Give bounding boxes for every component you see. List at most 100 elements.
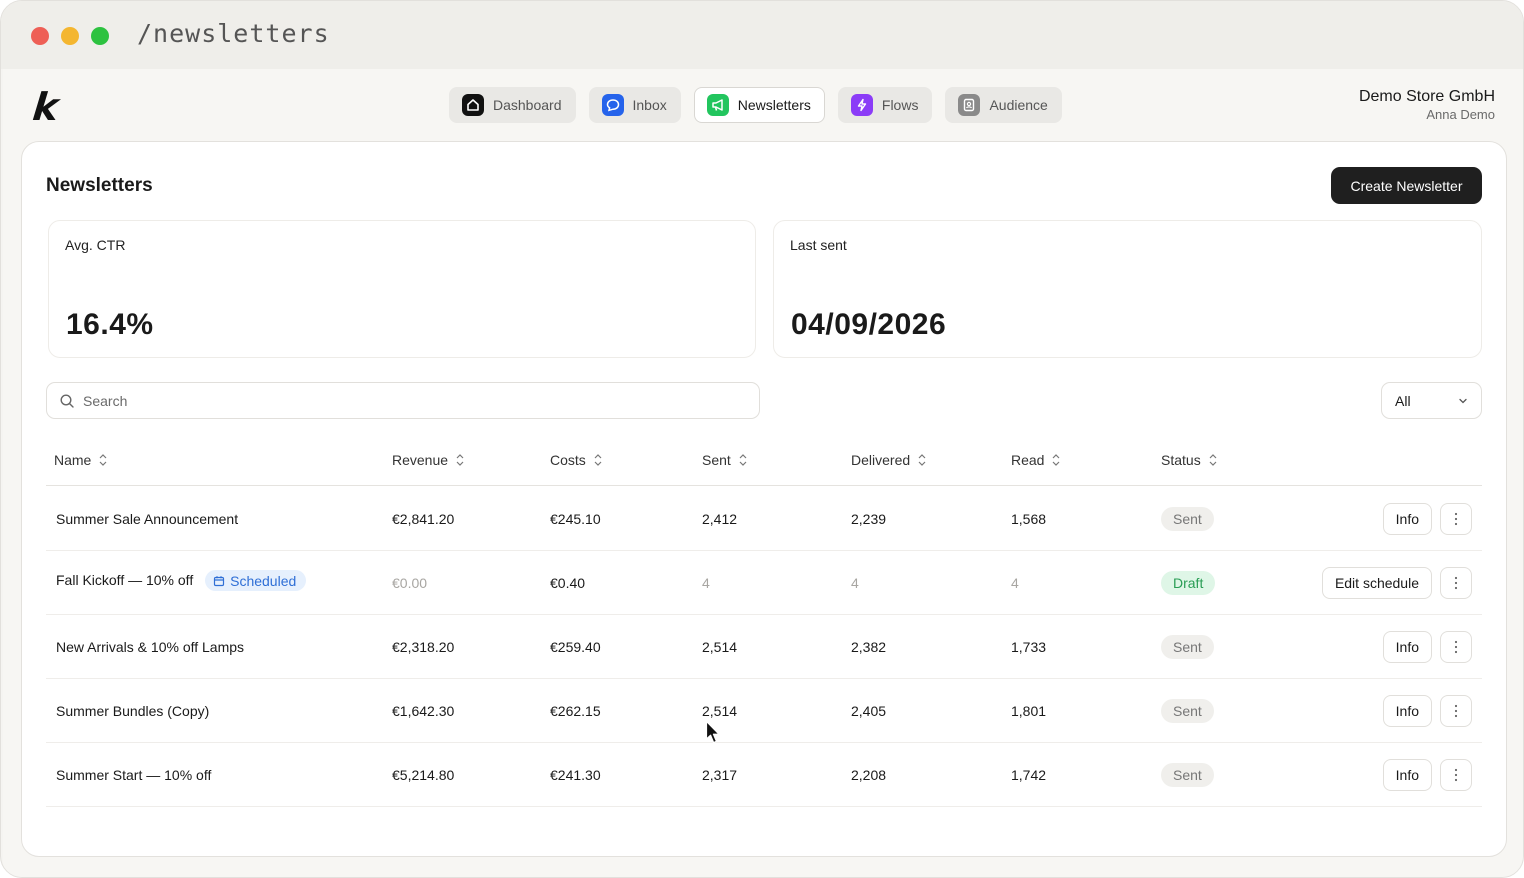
scheduled-badge: Scheduled [205,570,307,591]
revenue-value: €2,841.20 [392,511,455,527]
column-header-status[interactable]: Status [1161,452,1219,468]
column-label: Status [1161,452,1201,468]
table-row[interactable]: Fall Kickoff — 10% off Scheduled €0.00 €… [46,551,1482,615]
newsletter-name: Summer Start — 10% off [56,767,212,783]
status-badge: Sent [1161,635,1214,659]
costs-value: €241.30 [550,767,601,783]
newsletter-name: Fall Kickoff — 10% off [56,572,194,589]
sent-value: 2,514 [702,703,738,719]
edit-schedule-button[interactable]: Edit schedule [1321,567,1432,599]
page-title: Newsletters [46,175,153,196]
status-badge: Sent [1161,699,1214,723]
column-header-costs[interactable]: Costs [550,452,604,468]
status-badge: Draft [1161,571,1216,595]
sort-icon [739,454,747,466]
search-placeholder: Search [83,392,128,409]
app-logo[interactable]: k [31,85,61,129]
home-icon [462,94,484,116]
sort-icon [1209,454,1217,466]
info-button[interactable]: Info [1382,631,1432,663]
title-bar: /newsletters [1,1,1523,69]
more-options-button[interactable] [1440,631,1472,663]
lightning-icon [850,94,873,116]
app-body: k Dashboard Inbox Newsletters Flows Audi… [3,69,1523,877]
column-label: Costs [550,452,586,468]
column-header-read[interactable]: Read [1011,452,1062,468]
table-row[interactable]: Summer Bundles (Copy) €1,642.30 €262.15 … [46,679,1482,743]
user-name: Anna Demo [1426,107,1495,122]
column-label: Read [1011,452,1045,468]
table-row[interactable]: Summer Start — 10% off €5,214.80 €241.30… [46,743,1482,807]
nav-tab-label: Inbox [632,97,667,113]
url-path: /newsletters [137,19,330,48]
table-row[interactable]: New Arrivals & 10% off Lamps €2,318.20 €… [46,615,1482,679]
nav-tab-label: Audience [989,97,1048,113]
nav-tab-label: Flows [881,97,919,113]
info-button[interactable]: Info [1382,695,1432,727]
delivered-value: 2,239 [851,511,887,527]
main-nav: Dashboard Inbox Newsletters Flows Audien… [449,87,1062,123]
more-vertical-icon [1454,768,1458,782]
info-button[interactable]: Info [1382,759,1432,791]
stat-card-last-sent: Last sent 04/09/2026 [773,220,1482,358]
create-newsletter-button[interactable]: Create Newsletter [1331,167,1482,204]
column-header-delivered[interactable]: Delivered [851,452,928,468]
table-header: Name Revenue Costs Sent Delivered Read S… [46,438,1482,486]
newsletter-name: Summer Bundles (Copy) [56,703,210,719]
column-label: Delivered [851,452,911,468]
column-header-name[interactable]: Name [54,452,109,468]
newsletter-name: New Arrivals & 10% off Lamps [56,639,245,655]
nav-tab-label: Dashboard [493,97,562,113]
stat-card-avg-ctr: Avg. CTR 16.4% [48,220,756,358]
revenue-value: €0.00 [392,575,428,591]
more-vertical-icon [1454,640,1458,654]
read-value: 1,742 [1011,767,1047,783]
revenue-value: €1,642.30 [392,703,455,719]
chevron-down-icon [1459,398,1467,403]
newsletter-name: Summer Sale Announcement [56,511,239,527]
contacts-icon [958,94,981,116]
stat-value: 16.4% [66,308,154,341]
newsletters-card: Newsletters Create Newsletter Avg. CTR 1… [21,141,1507,857]
status-filter-select[interactable]: All [1381,382,1482,419]
close-window-button[interactable] [31,27,49,45]
search-input[interactable]: Search [46,382,760,419]
chat-icon [601,94,624,116]
more-vertical-icon [1454,704,1458,718]
more-options-button[interactable] [1440,695,1472,727]
nav-tab-audience[interactable]: Audience [945,87,1062,123]
calendar-icon [214,575,225,586]
nav-tab-newsletters[interactable]: Newsletters [693,87,825,123]
sent-value: 4 [702,575,710,591]
more-options-button[interactable] [1440,503,1472,535]
delivered-value: 2,405 [851,703,887,719]
info-button[interactable]: Info [1382,503,1432,535]
account-switcher[interactable]: Demo Store GmbH Anna Demo [1359,88,1495,122]
nav-tab-dashboard[interactable]: Dashboard [449,87,576,123]
table-row[interactable]: Summer Sale Announcement €2,841.20 €245.… [46,487,1482,551]
nav-tab-label: Newsletters [737,97,811,113]
status-badge: Sent [1161,763,1214,787]
stat-label: Last sent [790,237,847,253]
sort-icon [594,454,602,466]
column-header-sent[interactable]: Sent [702,452,749,468]
nav-tab-flows[interactable]: Flows [837,87,933,123]
column-label: Revenue [392,452,449,468]
delivered-value: 2,382 [851,639,887,655]
maximize-window-button[interactable] [91,27,109,45]
status-badge: Sent [1161,507,1214,531]
costs-value: €0.40 [550,575,586,591]
more-options-button[interactable] [1440,567,1472,599]
megaphone-icon [706,94,729,116]
nav-tab-inbox[interactable]: Inbox [588,87,681,123]
costs-value: €245.10 [550,511,601,527]
minimize-window-button[interactable] [61,27,79,45]
browser-window: /newsletters k Dashboard Inbox Newslette… [0,0,1524,878]
more-vertical-icon [1454,576,1458,590]
more-options-button[interactable] [1440,759,1472,791]
search-icon [60,393,74,408]
column-label: Sent [702,452,731,468]
stat-label: Avg. CTR [65,237,126,253]
sort-icon [918,454,926,466]
column-header-revenue[interactable]: Revenue [392,452,466,468]
